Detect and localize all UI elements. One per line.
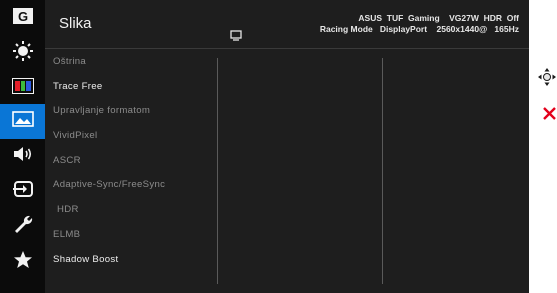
svg-text:G: G: [17, 9, 27, 24]
color-bars-icon: [11, 77, 34, 99]
menu-list: Oštrina Trace Free Upravljanje formatom …: [45, 50, 217, 272]
joystick-navigation-icon: [538, 68, 556, 91]
menu-item-shadow-boost[interactable]: Shadow Boost: [45, 248, 217, 273]
sidebar-item-brightness[interactable]: [0, 37, 45, 69]
sidebar: G: [0, 0, 45, 293]
sidebar-item-favorite[interactable]: [0, 246, 45, 278]
monitor-icon: [230, 28, 242, 46]
close-x-icon[interactable]: [543, 107, 556, 125]
input-source-icon: [12, 180, 34, 203]
menu-item-hdr[interactable]: HDR: [45, 198, 217, 223]
menu-item-elmb[interactable]: ELMB: [45, 223, 217, 248]
sidebar-item-system[interactable]: [0, 210, 45, 242]
image-picture-icon: [11, 111, 34, 132]
gaming-g-icon: G: [12, 7, 34, 30]
brightness-sun-icon: [12, 40, 34, 67]
menu-item-ostrina[interactable]: Oštrina: [45, 50, 217, 75]
sidebar-item-color[interactable]: [0, 72, 45, 104]
sidebar-item-sound[interactable]: [0, 140, 45, 172]
status-info-line1: ASUS TUF Gaming VG27W HDR Off: [358, 13, 519, 23]
speaker-sound-icon: [12, 145, 34, 168]
wrench-system-icon: [12, 214, 34, 239]
osd-window: G Slika ASUS TUF Gaming VG27W HDR Off Ra…: [0, 0, 529, 293]
sidebar-item-gaming[interactable]: G: [0, 2, 45, 34]
menu-item-adaptive-sync[interactable]: Adaptive-Sync/FreeSync: [45, 173, 217, 198]
sidebar-item-input[interactable]: [0, 175, 45, 207]
main-panel: Slika ASUS TUF Gaming VG27W HDR Off Raci…: [45, 0, 529, 293]
status-info: ASUS TUF Gaming VG27W HDR Off Racing Mod…: [320, 13, 519, 35]
sidebar-item-image[interactable]: [0, 104, 45, 139]
column-divider-2: [382, 58, 383, 284]
menu-item-vividpixel[interactable]: VividPixel: [45, 124, 217, 149]
menu-item-trace-free[interactable]: Trace Free: [45, 75, 217, 100]
page-title: Slika: [59, 15, 92, 32]
osd-header: Slika ASUS TUF Gaming VG27W HDR Off Raci…: [45, 0, 529, 49]
status-info-line2: Racing Mode DisplayPort 2560x1440@ 165Hz: [319, 24, 519, 34]
column-divider-1: [217, 58, 218, 284]
menu-item-upravljanje-formatom[interactable]: Upravljanje formatom: [45, 99, 217, 124]
menu-item-ascr[interactable]: ASCR: [45, 149, 217, 174]
star-favorite-icon: [13, 250, 33, 275]
